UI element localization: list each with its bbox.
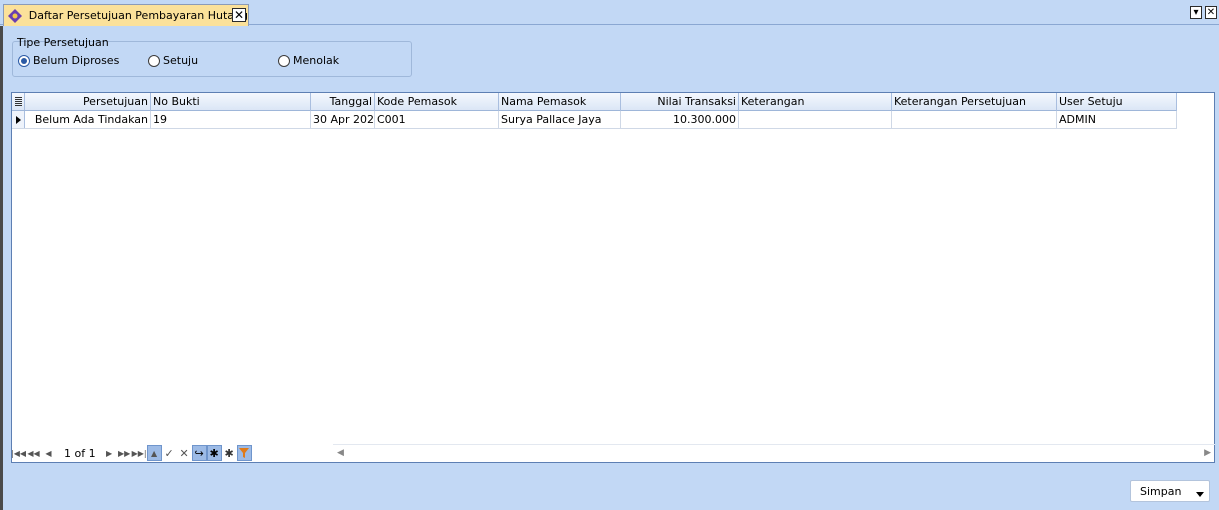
column-header-nama-pemasok[interactable]: Nama Pemasok <box>499 93 621 111</box>
chevron-down-icon <box>1196 487 1204 500</box>
radio-checked-icon <box>18 54 30 67</box>
radio-label: Belum Diproses <box>33 54 120 67</box>
insert-record-icon[interactable]: ▲ <box>146 445 162 461</box>
column-header-tanggal[interactable]: Tanggal <box>311 93 375 111</box>
next-record-icon[interactable]: ▶ <box>102 445 117 461</box>
column-header-keterangan[interactable]: Keterangan <box>739 93 892 111</box>
tab-bar: Daftar Persetujuan Pembayaran Hutang ✕ ▾… <box>0 0 1219 26</box>
save-action-label: Simpan <box>1140 484 1182 498</box>
tab-daftar-persetujuan[interactable]: Daftar Persetujuan Pembayaran Hutang ✕ <box>3 4 249 26</box>
cancel-edit-icon[interactable]: ✕ <box>177 445 192 461</box>
cell-nama-pemasok[interactable]: Surya Pallace Jaya <box>499 111 621 128</box>
next-page-icon[interactable]: ▶▶ <box>117 445 132 461</box>
tab-close-icon[interactable]: ✕ <box>232 8 246 22</box>
cell-keterangan-persetujuan[interactable] <box>892 111 1057 128</box>
column-chooser-icon[interactable] <box>12 93 25 110</box>
goto-bookmark-icon[interactable]: ✱ <box>222 445 237 461</box>
radio-belum-diproses[interactable]: Belum Diproses <box>18 54 119 67</box>
prev-record-icon[interactable]: ◀ <box>41 445 56 461</box>
page-indicator: 1 of 1 <box>64 446 96 460</box>
column-header-persetujuan[interactable]: Persetujuan <box>25 93 151 111</box>
radio-unchecked-icon <box>148 54 160 67</box>
current-row-icon <box>12 111 25 128</box>
tab-title: Daftar Persetujuan Pembayaran Hutang <box>28 9 248 22</box>
cell-persetujuan[interactable]: Belum Ada Tindakan <box>25 111 151 128</box>
cell-no-bukti[interactable]: 19 <box>151 111 311 128</box>
radio-setuju[interactable]: Setuju <box>148 54 198 67</box>
refresh-icon[interactable]: ↪ <box>191 445 207 461</box>
table-row[interactable]: Belum Ada Tindakan 19 30 Apr 2026 C001 S… <box>12 111 1177 129</box>
column-header-nilai-transaksi[interactable]: Nilai Transaksi <box>621 93 739 111</box>
column-header-user-setuju[interactable]: User Setuju <box>1057 93 1177 111</box>
column-header-no-bukti[interactable]: No Bukti <box>151 93 311 111</box>
first-page-icon[interactable]: |◀◀ <box>11 445 26 461</box>
save-action-select[interactable]: Simpan <box>1130 480 1210 502</box>
approval-grid[interactable]: Persetujuan No Bukti Tanggal Kode Pemaso… <box>11 92 1215 463</box>
radio-unchecked-icon <box>278 54 290 67</box>
scroll-left-icon[interactable]: ◀ <box>337 448 344 458</box>
grid-header: Persetujuan No Bukti Tanggal Kode Pemaso… <box>12 93 1177 111</box>
post-edit-icon[interactable]: ✓ <box>162 445 177 461</box>
column-header-kode-pemasok[interactable]: Kode Pemasok <box>375 93 499 111</box>
radio-menolak[interactable]: Menolak <box>278 54 339 67</box>
last-page-icon[interactable]: ▶▶| <box>132 445 147 461</box>
window-menu-icon[interactable]: ▾ <box>1190 6 1202 19</box>
cell-user-setuju[interactable]: ADMIN <box>1057 111 1177 128</box>
bookmark-icon[interactable]: ✱ <box>206 445 222 461</box>
cell-nilai-transaksi[interactable]: 10.300.000 <box>621 111 739 128</box>
grid-navigator: |◀◀ ◀◀ ◀ 1 of 1 ▶ ▶▶ ▶▶| ▲ ✓ ✕ ↪ ✱ ✱ ◀ ▶ <box>11 444 1215 462</box>
filter-icon[interactable] <box>236 445 252 461</box>
cell-keterangan[interactable] <box>739 111 892 128</box>
cell-kode-pemasok[interactable]: C001 <box>375 111 499 128</box>
column-header-keterangan-persetujuan[interactable]: Keterangan Persetujuan <box>892 93 1057 111</box>
main-content: Tipe Persetujuan Belum Diproses Setuju M… <box>3 26 1219 510</box>
horizontal-scrollbar[interactable]: ◀ ▶ <box>333 444 1215 462</box>
approval-type-label: Tipe Persetujuan <box>17 36 109 49</box>
window-close-icon[interactable]: ✕ <box>1205 6 1217 19</box>
prev-page-icon[interactable]: ◀◀ <box>26 445 41 461</box>
radio-label: Menolak <box>293 54 340 67</box>
radio-label: Setuju <box>163 54 199 67</box>
cell-tanggal[interactable]: 30 Apr 2026 <box>311 111 375 128</box>
diamond-icon <box>8 8 23 24</box>
scroll-right-icon[interactable]: ▶ <box>1204 448 1211 458</box>
